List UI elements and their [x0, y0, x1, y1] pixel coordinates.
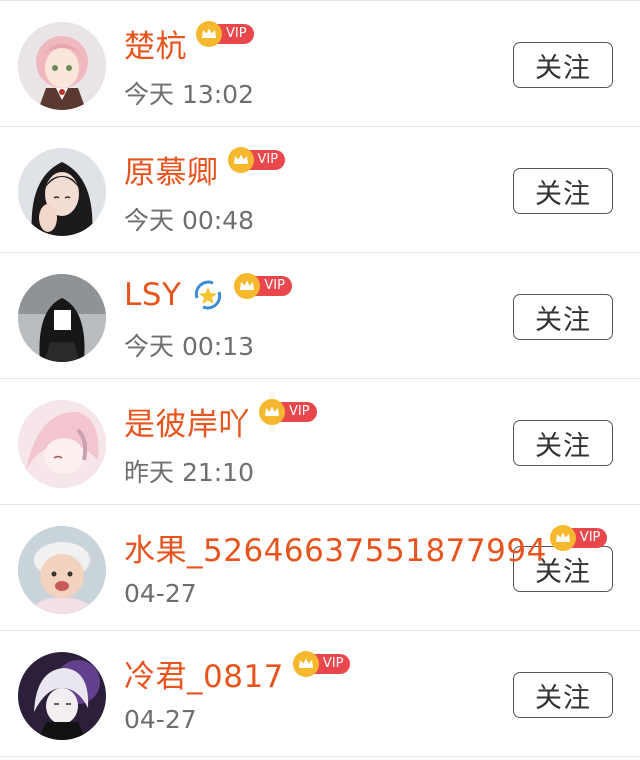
- avatar-image-icon: [18, 148, 106, 236]
- timestamp: 04-27: [124, 705, 197, 734]
- username[interactable]: LSY: [124, 277, 181, 313]
- avatar[interactable]: [18, 400, 106, 488]
- name-line: 楚杭 VIP: [124, 21, 254, 65]
- follow-button[interactable]: 关注: [513, 42, 613, 88]
- avatar-image-icon: [18, 400, 106, 488]
- username[interactable]: 水果_52646637551877994: [124, 525, 547, 570]
- follow-button[interactable]: 关注: [513, 294, 613, 340]
- name-line: 原慕卿 VIP: [124, 147, 286, 192]
- avatar[interactable]: [18, 526, 106, 614]
- list-item[interactable]: 楚杭 VIP 今天 13:02 关注: [0, 1, 640, 127]
- avatar-image-icon: [18, 652, 106, 740]
- username[interactable]: 楚杭: [124, 21, 187, 66]
- name-line: 水果_52646637551877994 VIP: [124, 525, 608, 570]
- vip-badge: VIP: [227, 147, 286, 173]
- vip-badge: VIP: [258, 399, 317, 425]
- avatar[interactable]: [18, 22, 106, 110]
- username[interactable]: 是彼岸吖: [124, 399, 250, 444]
- avatar-image-icon: [18, 526, 106, 614]
- avatar[interactable]: [18, 274, 106, 362]
- list-item[interactable]: 水果_52646637551877994 VIP 04-27 关注: [0, 505, 640, 631]
- vip-badge: VIP: [292, 651, 351, 677]
- crown-icon: [234, 273, 261, 299]
- username[interactable]: 原慕卿: [124, 147, 219, 192]
- crown-icon: [292, 651, 319, 677]
- vip-badge: VIP: [549, 525, 608, 551]
- vip-badge: VIP: [195, 21, 254, 47]
- name-line: 是彼岸吖 VIP: [124, 399, 317, 443]
- name-line: 冷君_0817 VIP: [124, 651, 351, 696]
- avatar-image-icon: [18, 274, 106, 362]
- follow-button[interactable]: 关注: [513, 672, 613, 718]
- avatar[interactable]: [18, 652, 106, 740]
- list-item[interactable]: 冷君_0817 VIP 04-27 关注: [0, 631, 640, 757]
- username[interactable]: 冷君_0817: [124, 651, 284, 696]
- timestamp: 04-27: [124, 579, 197, 608]
- name-line: LSY VIP: [124, 273, 292, 317]
- avatar-image-icon: [18, 22, 106, 110]
- timestamp: 今天 00:13: [124, 332, 254, 361]
- vip-badge: VIP: [233, 273, 292, 299]
- list-item[interactable]: 原慕卿 VIP 今天 00:48 关注: [0, 127, 640, 253]
- follow-button[interactable]: 关注: [513, 420, 613, 466]
- crown-icon: [196, 21, 222, 47]
- star-orbit-emoji-icon: [195, 280, 222, 310]
- timestamp: 今天 13:02: [124, 80, 254, 109]
- follower-list: 楚杭 VIP 今天 13:02 关注 原慕卿 VIP 今天 00:48 关注 L…: [0, 0, 640, 757]
- avatar[interactable]: [18, 148, 106, 236]
- follow-button[interactable]: 关注: [513, 168, 613, 214]
- timestamp: 今天 00:48: [124, 206, 254, 235]
- list-item[interactable]: LSY VIP 今天 00:13 关注: [0, 253, 640, 379]
- crown-icon: [227, 147, 254, 173]
- crown-icon: [259, 399, 285, 425]
- crown-icon: [549, 525, 576, 551]
- timestamp: 昨天 21:10: [124, 458, 254, 487]
- list-item[interactable]: 是彼岸吖 VIP 昨天 21:10 关注: [0, 379, 640, 505]
